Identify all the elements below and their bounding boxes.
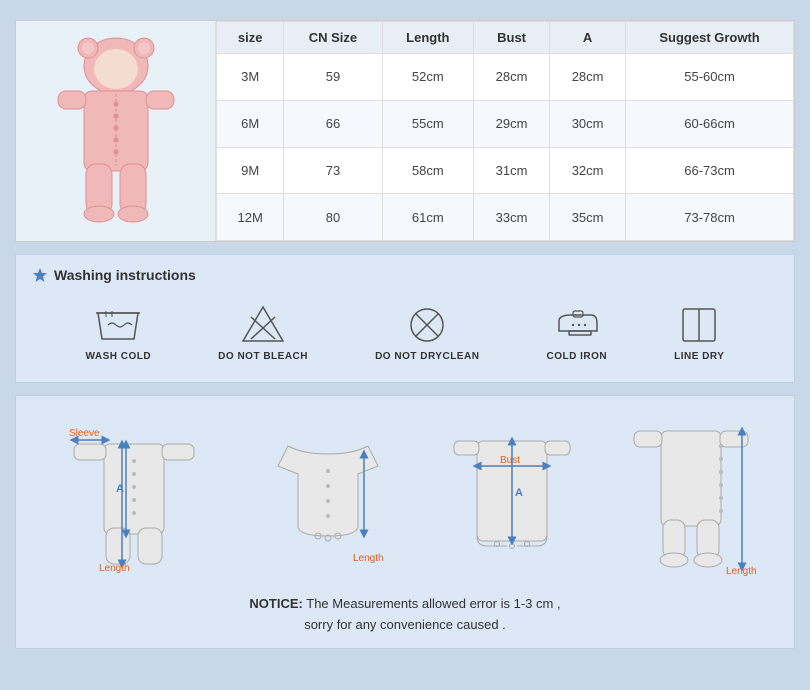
washing-section: Washing instructions WA xyxy=(15,254,795,383)
size-table-row: 3M5952cm28cm28cm55-60cm xyxy=(217,54,794,101)
size-table-cell: 29cm xyxy=(474,100,550,147)
washing-title: Washing instructions xyxy=(32,267,778,283)
size-table-row: 6M6655cm29cm30cm60-66cm xyxy=(217,100,794,147)
size-table-cell: 66-73cm xyxy=(626,147,794,194)
diagrams-row: A Length Sleeve xyxy=(32,408,778,584)
wash-cold-item: WASH COLD xyxy=(86,303,152,362)
diagram-bodysuit: Length xyxy=(258,416,398,576)
svg-text:Length: Length xyxy=(99,563,130,574)
size-table-cell: 73 xyxy=(284,147,382,194)
size-table-header-cell: Suggest Growth xyxy=(626,22,794,54)
size-table-header-cell: size xyxy=(217,22,284,54)
size-table-header-cell: A xyxy=(550,22,626,54)
size-table-cell: 3M xyxy=(217,54,284,101)
size-table-header-cell: CN Size xyxy=(284,22,382,54)
measurement-section: A Length Sleeve xyxy=(15,395,795,649)
notice-text-line2: sorry for any convenience caused . xyxy=(304,617,506,632)
line-dry-icon xyxy=(675,303,723,345)
diagram-romper-full: A Length Sleeve xyxy=(54,416,214,576)
size-table: sizeCN SizeLengthBustASuggest Growth 3M5… xyxy=(216,21,794,241)
size-table-header-cell: Bust xyxy=(474,22,550,54)
main-container: sizeCN SizeLengthBustASuggest Growth 3M5… xyxy=(15,20,795,649)
size-table-cell: 55cm xyxy=(382,100,473,147)
size-table-cell: 32cm xyxy=(550,147,626,194)
no-dryclean-item: DO NOT DRYCLEAN xyxy=(375,303,479,362)
svg-text:Bust: Bust xyxy=(500,455,520,466)
washing-icons: WASH COLD DO NOT BLEACH xyxy=(32,295,778,370)
size-table-cell: 28cm xyxy=(474,54,550,101)
size-table-cell: 55-60cm xyxy=(626,54,794,101)
size-table-cell: 9M xyxy=(217,147,284,194)
size-table-cell: 30cm xyxy=(550,100,626,147)
no-bleach-item: DO NOT BLEACH xyxy=(218,303,308,362)
cold-iron-item: COLD IRON xyxy=(546,303,607,362)
size-table-cell: 31cm xyxy=(474,147,550,194)
line-dry-item: LINE DRY xyxy=(674,303,724,362)
size-table-cell: 6M xyxy=(217,100,284,147)
svg-text:Length: Length xyxy=(726,566,756,576)
svg-text:Length: Length xyxy=(353,553,384,564)
size-table-cell: 59 xyxy=(284,54,382,101)
size-table-row: 12M8061cm33cm35cm73-78cm xyxy=(217,194,794,241)
size-table-cell: 60-66cm xyxy=(626,100,794,147)
cold-iron-icon xyxy=(553,303,601,345)
size-table-cell: 66 xyxy=(284,100,382,147)
size-table-cell: 58cm xyxy=(382,147,473,194)
size-table-cell: 80 xyxy=(284,194,382,241)
size-table-cell: 35cm xyxy=(550,194,626,241)
no-dryclean-label: DO NOT DRYCLEAN xyxy=(375,351,479,362)
notice-text-line1: The Measurements allowed error is 1-3 cm… xyxy=(306,596,560,611)
svg-text:Sleeve: Sleeve xyxy=(69,428,100,439)
star-icon xyxy=(32,267,48,283)
size-table-cell: 52cm xyxy=(382,54,473,101)
top-section: sizeCN SizeLengthBustASuggest Growth 3M5… xyxy=(15,20,795,242)
notice-label: NOTICE: xyxy=(249,596,302,611)
diagram-romper-bust: Bust A xyxy=(442,416,582,576)
size-table-cell: 12M xyxy=(217,194,284,241)
no-bleach-label: DO NOT BLEACH xyxy=(218,351,308,362)
size-table-cell: 33cm xyxy=(474,194,550,241)
wash-cold-label: WASH COLD xyxy=(86,351,152,362)
no-dryclean-icon xyxy=(403,303,451,345)
svg-text:A: A xyxy=(116,483,124,495)
size-table-cell: 73-78cm xyxy=(626,194,794,241)
size-table-cell: 28cm xyxy=(550,54,626,101)
svg-text:A: A xyxy=(515,487,523,499)
line-dry-label: LINE DRY xyxy=(674,351,724,362)
size-table-header-cell: Length xyxy=(382,22,473,54)
product-image xyxy=(16,21,216,241)
size-table-cell: 61cm xyxy=(382,194,473,241)
size-table-row: 9M7358cm31cm32cm66-73cm xyxy=(217,147,794,194)
wash-cold-icon xyxy=(94,303,142,345)
no-bleach-icon xyxy=(239,303,287,345)
diagram-romper-side: Length xyxy=(626,416,756,576)
notice-text: NOTICE: The Measurements allowed error i… xyxy=(32,594,778,636)
cold-iron-label: COLD IRON xyxy=(546,351,607,362)
